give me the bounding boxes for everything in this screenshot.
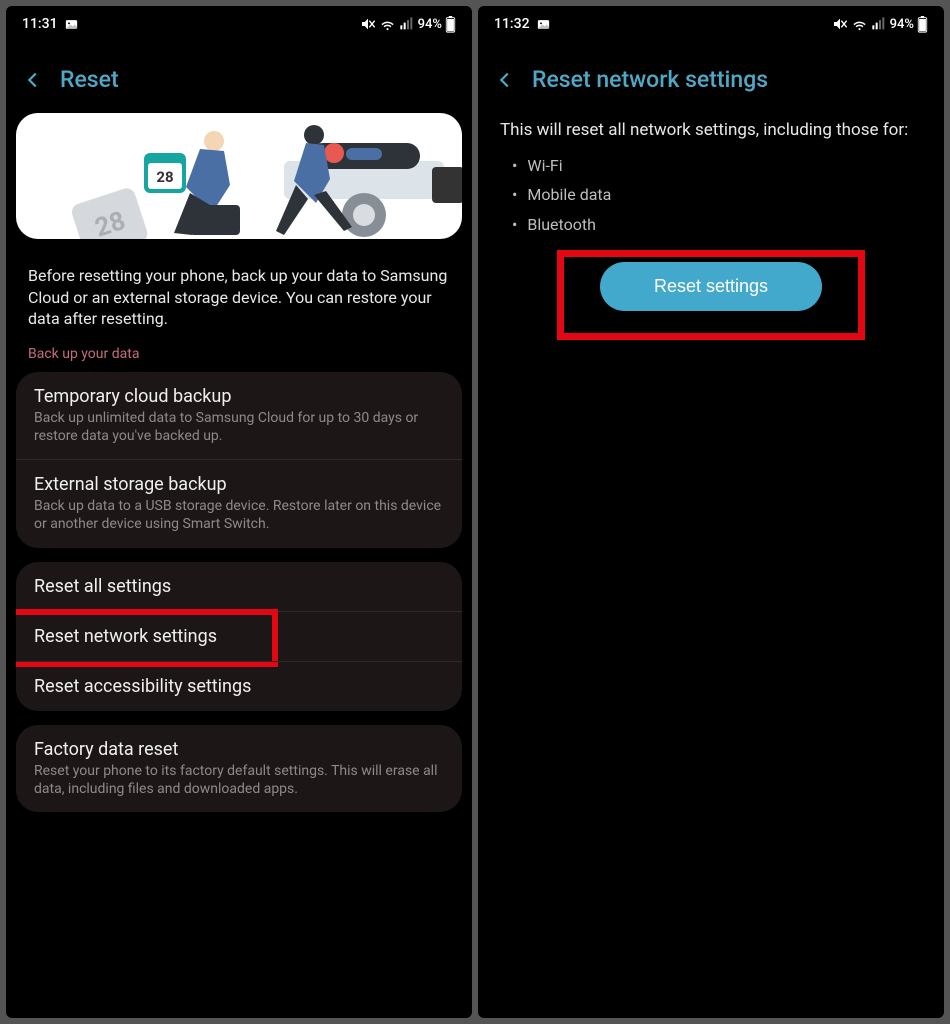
page-header: Reset — [6, 42, 472, 113]
description: This will reset all network settings, in… — [478, 113, 944, 151]
signal-icon — [871, 16, 887, 32]
row-title: Reset network settings — [34, 626, 444, 647]
reset-network-settings[interactable]: Reset network settings — [16, 611, 462, 661]
status-time: 11:31 — [22, 16, 58, 32]
status-bar: 11:32 94% — [478, 6, 944, 42]
image-icon — [64, 17, 79, 32]
row-title: Reset all settings — [34, 576, 444, 597]
row-title: Factory data reset — [34, 739, 444, 760]
reset-settings-button[interactable]: Reset settings — [600, 262, 822, 311]
image-icon — [536, 17, 551, 32]
page-title: Reset network settings — [532, 66, 768, 93]
calendar-day-small: 28 — [156, 168, 173, 186]
section-label: Back up your data — [6, 346, 472, 372]
battery-icon — [917, 16, 928, 33]
row-title: Reset accessibility settings — [34, 676, 444, 697]
status-bar: 11:31 94% — [6, 6, 472, 42]
row-sub: Reset your phone to its factory default … — [34, 762, 444, 798]
wifi-icon — [379, 16, 396, 33]
button-wrap: Reset settings — [478, 240, 944, 311]
signal-icon — [399, 16, 415, 32]
reset-options-card: Reset all settings Reset network setting… — [16, 562, 462, 711]
factory-reset-card: Factory data reset Reset your phone to i… — [16, 725, 462, 812]
content: This will reset all network settings, in… — [478, 113, 944, 1018]
info-text: Before resetting your phone, back up you… — [6, 239, 472, 346]
row-sub: Back up unlimited data to Samsung Cloud … — [34, 409, 444, 445]
bullet-bluetooth: Bluetooth — [512, 210, 910, 240]
status-battery-pct: 94% — [418, 17, 442, 32]
temporary-cloud-backup[interactable]: Temporary cloud backup Back up unlimited… — [16, 372, 462, 459]
status-battery-pct: 94% — [890, 17, 914, 32]
back-icon[interactable] — [494, 69, 516, 91]
page-title: Reset — [60, 66, 119, 93]
row-title: External storage backup — [34, 474, 444, 495]
content: 28 28 Before resetting your phone, back … — [6, 113, 472, 1018]
battery-icon — [445, 16, 456, 33]
reset-all-settings[interactable]: Reset all settings — [16, 562, 462, 611]
row-title: Temporary cloud backup — [34, 386, 444, 407]
wifi-icon — [851, 16, 868, 33]
factory-data-reset[interactable]: Factory data reset Reset your phone to i… — [16, 725, 462, 812]
status-time: 11:32 — [494, 16, 530, 32]
back-icon[interactable] — [22, 69, 44, 91]
mute-icon — [360, 16, 376, 32]
bullet-wifi: Wi-Fi — [512, 151, 910, 181]
phone-right: 11:32 94% Reset network settings This wi… — [478, 6, 944, 1018]
reset-accessibility-settings[interactable]: Reset accessibility settings — [16, 661, 462, 711]
bullet-mobile-data: Mobile data — [512, 180, 910, 210]
bullet-list: Wi-Fi Mobile data Bluetooth — [478, 151, 944, 240]
backup-card: Temporary cloud backup Back up unlimited… — [16, 372, 462, 548]
mute-icon — [832, 16, 848, 32]
phone-left: 11:31 94% Reset — [6, 6, 472, 1018]
page-header: Reset network settings — [478, 42, 944, 113]
external-storage-backup[interactable]: External storage backup Back up data to … — [16, 459, 462, 547]
row-sub: Back up data to a USB storage device. Re… — [34, 497, 444, 533]
illustration: 28 28 — [16, 113, 462, 239]
